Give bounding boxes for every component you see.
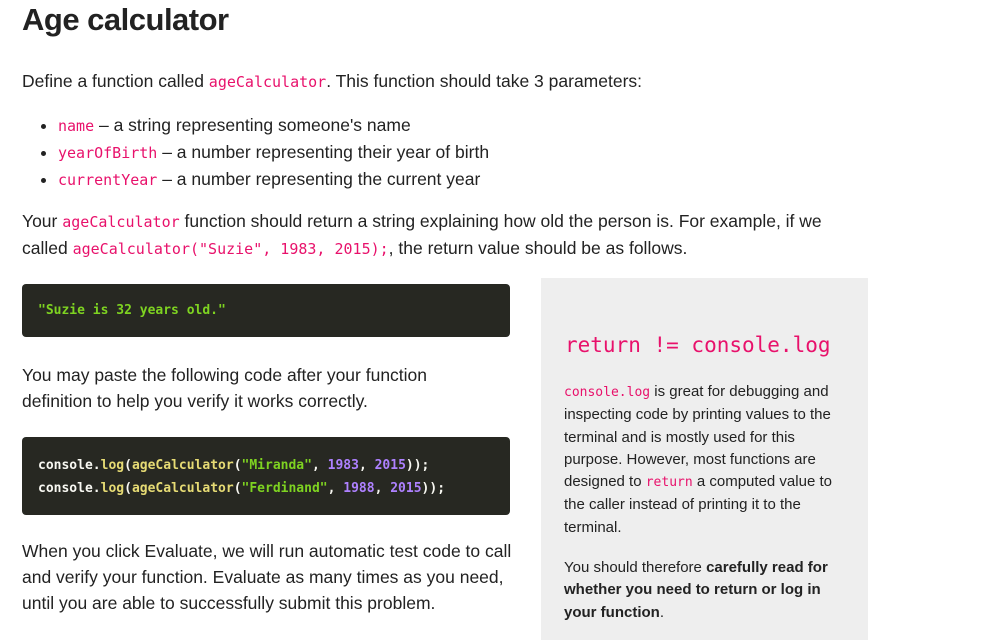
param-desc: – a number representing their year of bi…: [157, 142, 490, 162]
code-line: console.log(ageCalculator("Ferdinand", 1…: [38, 481, 446, 496]
test-code-block: console.log(ageCalculator("Miranda", 198…: [22, 437, 510, 515]
param-list: name – a string representing someone's n…: [22, 112, 489, 193]
param-name: currentYear: [58, 171, 158, 189]
paste-text: You may paste the following code after y…: [22, 365, 428, 411]
code-line: console.log(ageCalculator("Miranda", 198…: [38, 458, 430, 473]
return-vs-log-callout: return != console.log console.log is gre…: [541, 278, 868, 640]
output-example-block: "Suzie is 32 years old.": [22, 284, 510, 337]
param-item: yearOfBirth – a number representing thei…: [58, 139, 489, 166]
callout-code: console.log: [564, 385, 651, 400]
explain-text: Your ageCalculator function should retur…: [22, 208, 872, 262]
intro-text: Define a function called ageCalculator. …: [22, 68, 642, 95]
callout-paragraph: console.log is great for debugging and i…: [564, 383, 832, 536]
explain-fn: ageCalculator: [62, 213, 180, 231]
intro-fn: ageCalculator: [208, 73, 327, 91]
param-name: yearOfBirth: [58, 144, 158, 162]
param-desc: – a string representing someone's name: [94, 115, 411, 135]
explain-p3: , the return value should be as follows.: [388, 238, 688, 258]
param-item: currentYear – a number representing the …: [58, 166, 489, 193]
evaluate-text: When you click Evaluate, we will run aut…: [22, 541, 512, 613]
page-title: Age calculator: [22, 2, 229, 37]
callout-heading: return != console.log: [565, 333, 831, 357]
explain-p1: Your: [22, 211, 63, 231]
intro-pre: Define a function called: [22, 71, 209, 91]
callout-return: return: [645, 475, 693, 491]
param-item: name – a string representing someone's n…: [58, 112, 489, 139]
output-example: "Suzie is 32 years old.": [38, 303, 226, 318]
callout-paragraph: You should therefore carefully read for …: [564, 559, 828, 621]
param-desc: – a number representing the current year: [157, 169, 481, 189]
intro-post: . This function should take 3 parameters…: [326, 71, 643, 91]
explain-call: ageCalculator("Suzie", 1983, 2015);: [72, 240, 389, 258]
param-name: name: [58, 117, 95, 135]
